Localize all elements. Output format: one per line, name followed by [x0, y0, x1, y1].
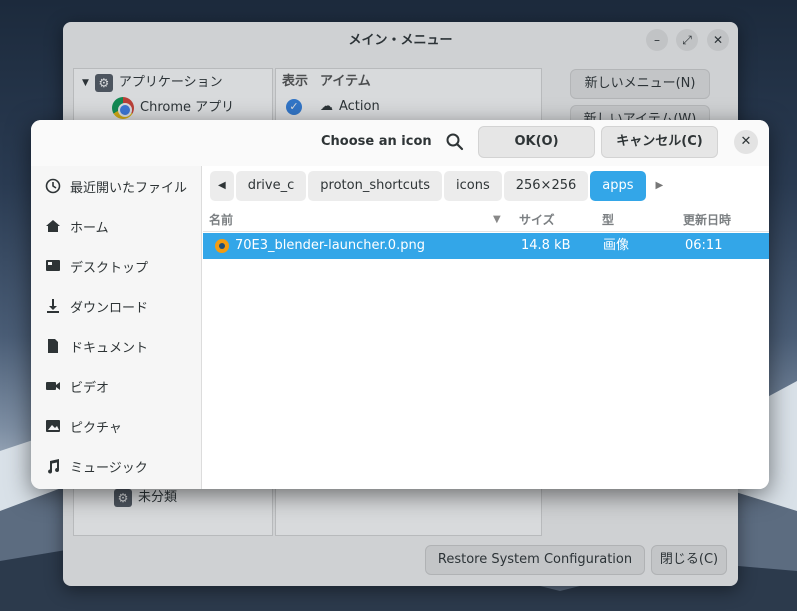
- table-row[interactable]: 70E3_blender-launcher.0.png 14.8 kB 画像 0…: [203, 233, 769, 259]
- breadcrumb: ◀ drive_c proton_shortcuts icons 256×256…: [210, 171, 671, 201]
- file-list: 名前 ▼ サイズ 型 更新日時 70E3_blender-launcher.0.…: [203, 208, 769, 489]
- chevron-left-icon: ◀: [218, 180, 226, 191]
- file-modified: 06:11: [685, 238, 723, 253]
- path-segment[interactable]: proton_shortcuts: [308, 171, 442, 201]
- video-icon: [46, 382, 60, 390]
- column-name[interactable]: 名前: [209, 208, 233, 232]
- path-segment[interactable]: icons: [444, 171, 502, 201]
- maximize-icon: ⤢: [682, 33, 692, 47]
- sidebar-item-label: ミュージック: [70, 460, 148, 476]
- chrome-icon: [112, 97, 134, 119]
- column-modified[interactable]: 更新日時: [683, 208, 731, 232]
- sidebar-item-recent[interactable]: 最近開いたファイル: [31, 166, 202, 206]
- column-size[interactable]: サイズ: [519, 208, 555, 232]
- document-icon: [48, 339, 58, 353]
- path-segment-current[interactable]: apps: [590, 171, 646, 201]
- gear-icon: ⚙: [94, 74, 113, 92]
- path-segment[interactable]: 256×256: [503, 171, 589, 201]
- blender-icon: [215, 239, 229, 253]
- path-scroll-left-button[interactable]: ◀: [210, 171, 234, 201]
- item-label: Action: [339, 99, 380, 114]
- sidebar-item-label: デスクトップ: [70, 260, 149, 276]
- minimize-button[interactable]: –: [646, 29, 668, 51]
- sidebar-item-home[interactable]: ホーム: [31, 206, 202, 246]
- cloud-icon: ☁: [320, 99, 333, 114]
- tree-item-chrome-apps[interactable]: Chrome アプリ: [112, 96, 234, 120]
- sidebar-item-label: ホーム: [70, 220, 109, 236]
- close-icon: ✕: [712, 33, 724, 47]
- window-title: メイン・メニュー: [348, 33, 453, 48]
- picture-icon: [46, 420, 60, 432]
- list-item[interactable]: ✓ ☁ Action: [286, 95, 380, 119]
- close-window-button[interactable]: 閉じる(C): [651, 545, 727, 575]
- sidebar-item-pictures[interactable]: ピクチャ: [31, 406, 202, 446]
- close-button[interactable]: ✕: [707, 29, 729, 51]
- dialog-title: Choose an icon: [321, 134, 432, 149]
- column-type[interactable]: 型: [602, 208, 614, 232]
- chevron-right-icon: ▶: [655, 180, 664, 191]
- tree-item-applications[interactable]: ▼ ⚙ アプリケーション: [82, 71, 223, 95]
- column-item[interactable]: アイテム: [320, 71, 371, 93]
- sidebar-item-label: 最近開いたファイル: [70, 180, 188, 196]
- sidebar-item-label: ドキュメント: [70, 340, 149, 356]
- expander-icon[interactable]: ▼: [82, 71, 89, 95]
- download-icon: [47, 299, 59, 313]
- file-name: 70E3_blender-launcher.0.png: [235, 238, 425, 253]
- cancel-button[interactable]: キャンセル(C): [601, 126, 718, 158]
- tree-item-label: 未分類: [138, 490, 178, 505]
- sidebar-item-videos[interactable]: ビデオ: [31, 366, 202, 406]
- file-size: 14.8 kB: [521, 238, 571, 253]
- minimize-icon: –: [654, 33, 660, 47]
- sidebar-item-music[interactable]: ミュージック: [31, 446, 202, 486]
- dialog-close-button[interactable]: ✕: [734, 130, 758, 154]
- home-icon: [46, 220, 60, 232]
- sidebar-item-desktop[interactable]: デスクトップ: [31, 246, 202, 286]
- sidebar-item-documents[interactable]: ドキュメント: [31, 326, 202, 366]
- clock-icon: [45, 178, 61, 194]
- desktop-icon: [46, 260, 60, 271]
- file-type: 画像: [603, 238, 630, 253]
- places-sidebar: 最近開いたファイル ホーム デスクトップ ダウンロード ドキュメント ビデオ ピ…: [31, 166, 202, 489]
- maximize-button[interactable]: ⤢: [676, 29, 698, 51]
- choose-icon-dialog: Choose an icon OK(O) キャンセル(C) ✕ 最近開いたファイ…: [31, 120, 769, 489]
- sidebar-item-label: ピクチャ: [70, 420, 122, 436]
- checkbox-checked-icon[interactable]: ✓: [286, 99, 302, 115]
- restore-system-configuration-button[interactable]: Restore System Configuration: [425, 545, 645, 575]
- tree-item-label: Chrome アプリ: [140, 100, 235, 115]
- tree-item-label: アプリケーション: [118, 75, 223, 90]
- gear-icon: ⚙: [114, 489, 132, 507]
- music-icon: [48, 459, 60, 474]
- path-scroll-right-button[interactable]: ▶: [648, 171, 672, 201]
- file-list-header: 名前 ▼ サイズ 型 更新日時: [203, 208, 769, 232]
- close-icon: ✕: [740, 134, 752, 149]
- search-icon: [446, 133, 464, 151]
- sidebar-item-downloads[interactable]: ダウンロード: [31, 286, 202, 326]
- tree-item-uncategorized[interactable]: ⚙ 未分類: [114, 486, 177, 510]
- new-menu-button[interactable]: 新しいメニュー(N): [570, 69, 710, 99]
- sidebar-item-label: ダウンロード: [70, 300, 149, 316]
- path-segment[interactable]: drive_c: [235, 171, 307, 201]
- dialog-header: Choose an icon OK(O) キャンセル(C) ✕: [31, 120, 769, 166]
- sidebar-item-label: ビデオ: [70, 380, 110, 396]
- ok-button[interactable]: OK(O): [478, 126, 595, 158]
- column-show[interactable]: 表示: [282, 71, 308, 93]
- search-button[interactable]: [443, 130, 467, 154]
- sort-descending-icon: ▼: [493, 214, 501, 225]
